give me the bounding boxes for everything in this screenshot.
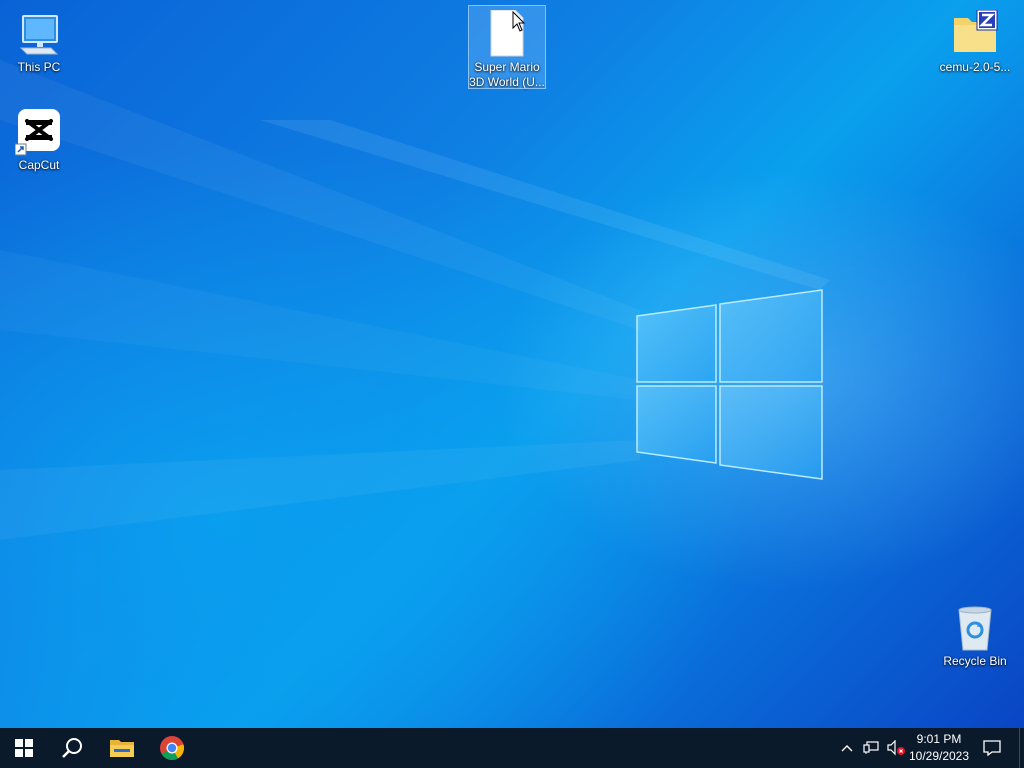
notification-icon [983,740,1001,756]
folder-icon [110,740,134,757]
clock-time: 9:01 PM [916,732,962,746]
desktop-icon-label: This PC [17,60,61,74]
desktop-icon-recycle-bin[interactable]: Recycle Bin [937,600,1013,669]
desktop-icon-label: CapCut [18,158,60,172]
desktop-icon-label: Recycle Bin [943,654,1007,668]
capcut-icon [14,108,63,156]
file-explorer-button[interactable] [98,728,146,768]
show-desktop-button[interactable] [1019,728,1024,768]
mouse-cursor-icon [512,11,526,32]
chrome-button[interactable] [148,728,196,768]
recycle-bin-icon [951,604,999,652]
desktop-icon-label: cemu-2.0-5... [939,60,1011,74]
desktop-icon-label: Super Mario 3D World (U... [469,60,545,89]
start-button[interactable] [0,728,48,768]
search-button[interactable] [48,728,96,768]
clock[interactable]: 9:01 PM 10/29/2023 [904,731,974,765]
computer-icon [15,10,63,58]
taskbar: 9:01 PM 10/29/2023 [0,728,1024,768]
chevron-up-icon [841,745,853,752]
zip-folder-icon [951,9,999,58]
network-button[interactable] [859,728,883,768]
search-icon [62,738,82,758]
desktop[interactable]: This PC CapCut Super Mario 3D World (U..… [0,0,1024,728]
clock-date: 10/29/2023 [908,749,970,763]
desktop-icon-super-mario-file[interactable]: Super Mario 3D World (U... [468,5,546,89]
start-icon [15,739,33,757]
desktop-icon-capcut[interactable]: CapCut [1,104,77,173]
chrome-icon [160,736,185,761]
volume-muted-icon [887,740,905,756]
action-center-button[interactable] [978,728,1006,768]
network-icon [863,741,879,754]
show-hidden-icons-button[interactable] [836,728,858,768]
windows-logo-wallpaper [636,289,823,480]
desktop-icon-this-pc[interactable]: This PC [1,6,77,75]
desktop-icon-cemu-zip[interactable]: cemu-2.0-5... [937,6,1013,75]
